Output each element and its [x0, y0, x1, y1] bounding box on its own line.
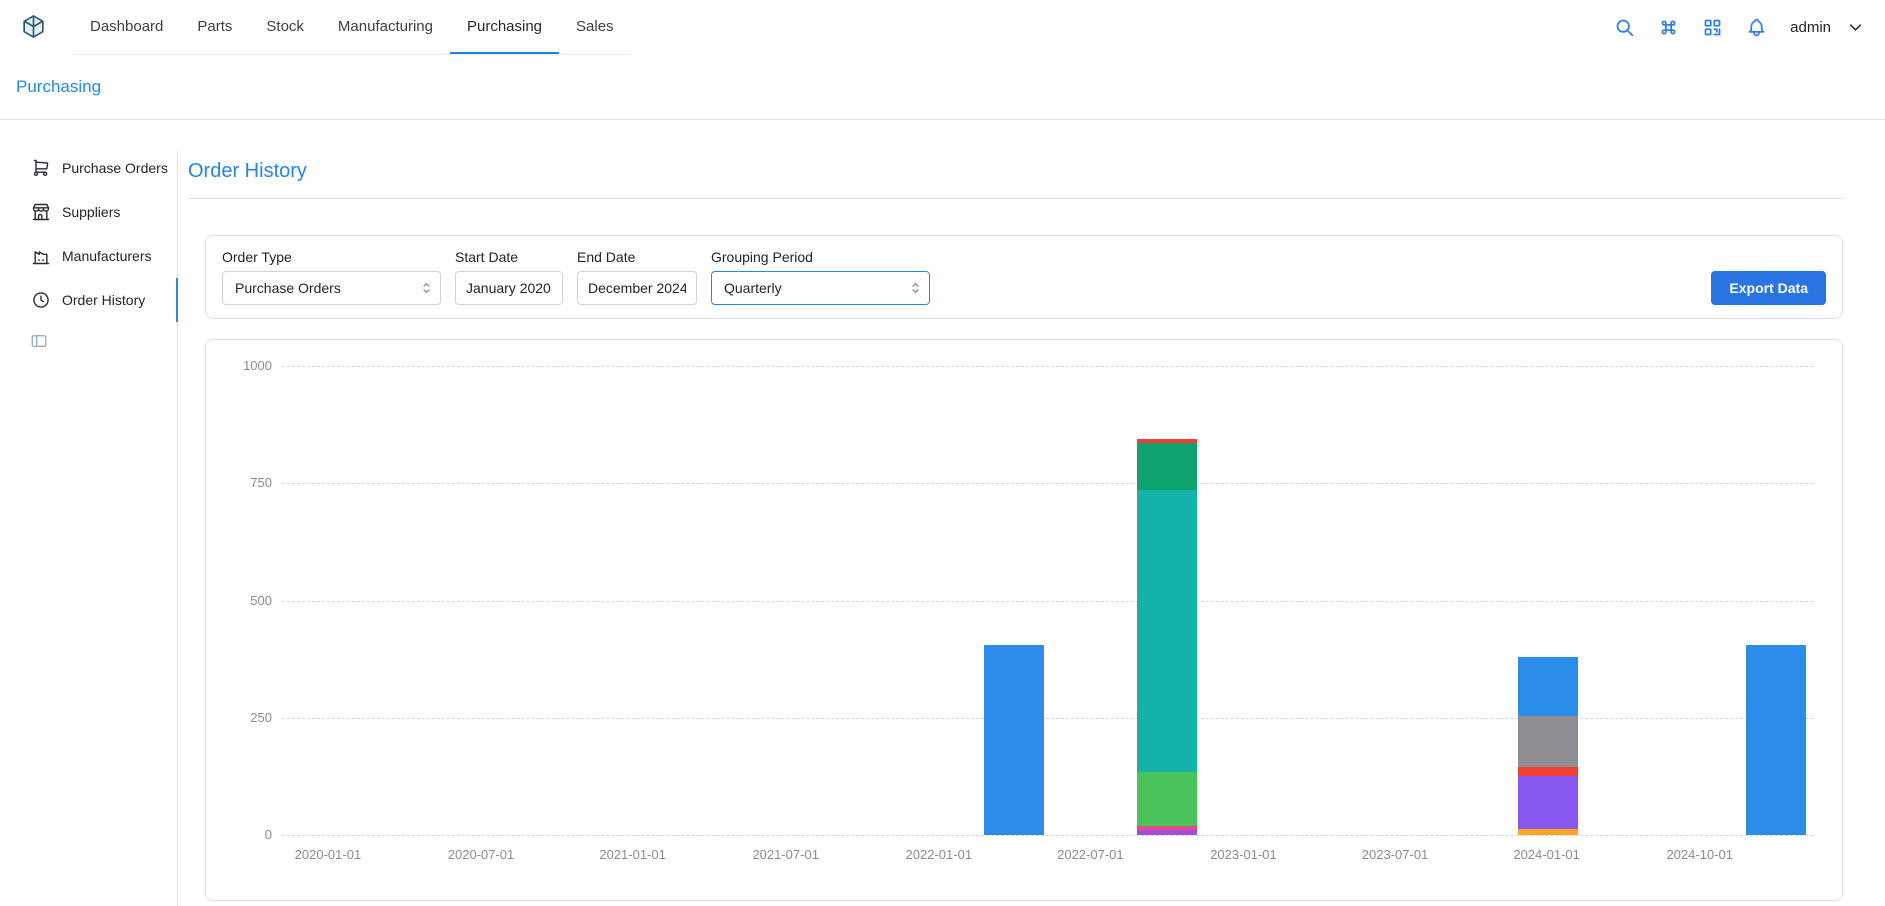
order-type-label: Order Type: [222, 249, 441, 266]
factory-icon: [31, 246, 51, 266]
purchasing-sidebar: Purchase Orders Suppliers Manufacturers: [0, 120, 178, 906]
page-title: Order History: [188, 158, 1843, 184]
chart-gridline: [282, 835, 1813, 836]
x-axis-tick: 2022-01-01: [893, 847, 985, 862]
sidebar-item-suppliers[interactable]: Suppliers: [0, 190, 178, 234]
main-nav: Dashboard Parts Stock Manufacturing Purc…: [73, 0, 631, 55]
shopping-cart-icon: [31, 158, 51, 178]
y-axis-tick: 0: [230, 827, 272, 843]
selector-chevrons-icon: [419, 281, 434, 296]
x-axis-tick: 2024-10-01: [1654, 847, 1746, 862]
chart-bar-segment[interactable]: [1518, 829, 1578, 835]
x-axis-tick: 2022-07-01: [1044, 847, 1136, 862]
breadcrumb[interactable]: Purchasing: [16, 77, 101, 97]
chart-bar-segment[interactable]: [984, 645, 1044, 835]
export-data-button[interactable]: Export Data: [1711, 271, 1826, 305]
nav-tab-purchasing[interactable]: Purchasing: [450, 0, 559, 54]
chart-bar-segment[interactable]: [1518, 716, 1578, 767]
chart-bar-segment[interactable]: [1137, 443, 1197, 490]
sidebar-collapse-icon[interactable]: [30, 332, 48, 350]
notifications-bell-icon[interactable]: [1746, 17, 1767, 38]
y-axis-tick: 500: [230, 593, 272, 609]
breadcrumb-bar: Purchasing: [0, 55, 1885, 120]
start-date-field: Start Date: [455, 249, 563, 305]
y-axis-tick: 250: [230, 710, 272, 726]
order-type-field: Order Type Purchase Orders: [222, 249, 441, 305]
nav-tab-parts[interactable]: Parts: [180, 0, 249, 54]
chart-gridline: [282, 366, 1813, 367]
barcode-scan-icon[interactable]: [1702, 17, 1723, 38]
order-history-chart-card: 0 250 500 750 1000 2020-01-01 2020-07-01 2021-0…: [205, 339, 1843, 901]
search-icon[interactable]: [1614, 17, 1635, 38]
y-axis-tick: 1000: [230, 358, 272, 374]
title-divider: [188, 198, 1843, 199]
nav-tab-stock[interactable]: Stock: [249, 0, 321, 54]
sidebar-item-label: Manufacturers: [62, 248, 151, 264]
x-axis-tick: 2024-01-01: [1501, 847, 1593, 862]
sidebar-item-manufacturers[interactable]: Manufacturers: [0, 234, 178, 278]
start-date-input[interactable]: [455, 271, 563, 305]
selector-chevrons-icon: [908, 281, 923, 296]
chart-bar-segment[interactable]: [1518, 657, 1578, 716]
user-menu-label[interactable]: admin: [1790, 19, 1831, 36]
sidebar-item-order-history[interactable]: Order History: [0, 278, 178, 322]
order-history-panel: Order History Order Type Purchase Orders…: [178, 120, 1885, 906]
sidebar-item-label: Order History: [62, 292, 145, 308]
end-date-label: End Date: [577, 249, 697, 266]
grouping-period-select[interactable]: Quarterly: [711, 271, 930, 305]
x-axis-tick: 2023-07-01: [1349, 847, 1441, 862]
chart-gridline: [282, 483, 1813, 484]
x-axis-tick: 2021-07-01: [740, 847, 832, 862]
x-axis-tick: 2020-01-01: [282, 847, 374, 862]
x-axis-tick: 2021-01-01: [587, 847, 679, 862]
start-date-label: Start Date: [455, 249, 563, 266]
end-date-field: End Date: [577, 249, 697, 305]
chart-bar-segment[interactable]: [1137, 830, 1197, 835]
chart-bar[interactable]: [984, 645, 1044, 835]
end-date-input[interactable]: [577, 271, 697, 305]
chart-bar[interactable]: [1137, 439, 1197, 835]
top-navbar: Dashboard Parts Stock Manufacturing Purc…: [0, 0, 1885, 55]
building-store-icon: [31, 202, 51, 222]
chart-bar[interactable]: [1746, 645, 1806, 835]
command-palette-icon[interactable]: [1658, 17, 1679, 38]
nav-tab-sales[interactable]: Sales: [559, 0, 631, 54]
x-axis-tick: 2023-01-01: [1197, 847, 1289, 862]
chart-bar-segment[interactable]: [1137, 772, 1197, 826]
nav-tab-manufacturing[interactable]: Manufacturing: [321, 0, 450, 54]
chart-plot: 025050075010002020-01-012020-07-012021-0…: [282, 366, 1813, 835]
sidebar-item-label: Purchase Orders: [62, 160, 168, 176]
order-type-value: Purchase Orders: [235, 280, 341, 296]
order-type-select[interactable]: Purchase Orders: [222, 271, 441, 305]
chart-bar-segment[interactable]: [1137, 490, 1197, 771]
header-actions: admin: [1614, 0, 1865, 55]
nav-tab-dashboard[interactable]: Dashboard: [73, 0, 180, 54]
chart-gridline: [282, 718, 1813, 719]
chart-gridline: [282, 601, 1813, 602]
sidebar-item-label: Suppliers: [62, 204, 120, 220]
grouping-period-value: Quarterly: [724, 280, 782, 296]
chart-bar-segment[interactable]: [1746, 645, 1806, 835]
y-axis-tick: 750: [230, 475, 272, 491]
sidebar-item-purchase-orders[interactable]: Purchase Orders: [0, 146, 178, 190]
grouping-period-label: Grouping Period: [711, 249, 930, 266]
chart-bar-segment[interactable]: [1518, 767, 1578, 776]
chart-bar-segment[interactable]: [1518, 776, 1578, 829]
history-clock-icon: [31, 290, 51, 310]
chevron-down-icon[interactable]: [1846, 18, 1865, 37]
chart-bar[interactable]: [1518, 657, 1578, 835]
x-axis-tick: 2020-07-01: [435, 847, 527, 862]
package-cube-icon: [20, 13, 47, 43]
app-logo[interactable]: [20, 0, 47, 55]
grouping-period-field: Grouping Period Quarterly: [711, 249, 930, 305]
filter-panel: Order Type Purchase Orders Start Date En…: [205, 235, 1843, 319]
